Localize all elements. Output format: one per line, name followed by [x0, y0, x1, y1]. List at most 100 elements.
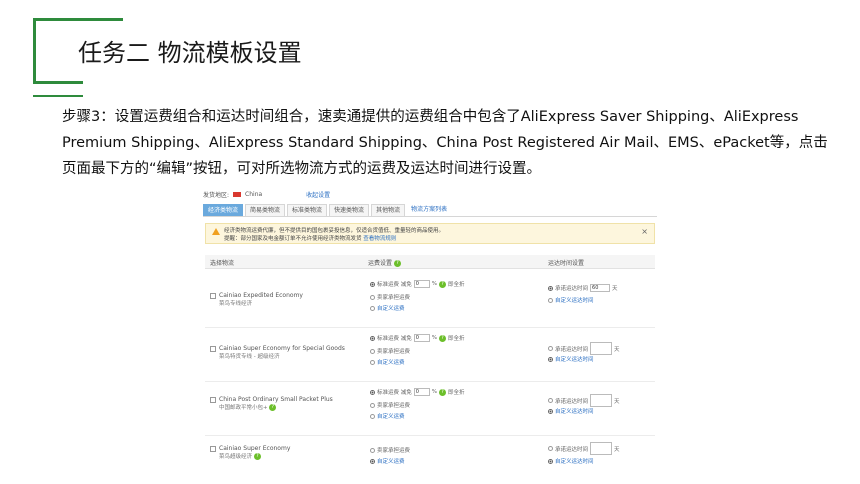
- tab-economy[interactable]: 经济类物流: [203, 204, 244, 216]
- service-name: Cainiao Expedited Economy: [219, 292, 303, 299]
- notice-banner: 经济类物流运费代廉，但不提供目的国包裹妥投信息，仅适合货值低、重量轻的商品使用。…: [205, 223, 655, 244]
- radio-button[interactable]: [370, 305, 375, 311]
- fee-option-custom[interactable]: 自定义运费: [370, 457, 405, 465]
- fee-option-seller-pays[interactable]: 卖家承担运费: [370, 293, 410, 301]
- fee-option-custom[interactable]: 自定义运费: [370, 412, 405, 420]
- radio-button[interactable]: [548, 297, 553, 303]
- header-delivery-time: 运达时间设置: [548, 260, 585, 267]
- service-subname: 菜鸟专线经济: [219, 301, 253, 307]
- slide-frame-left: [33, 18, 36, 83]
- table-row: Cainiao Expedited Economy 菜鸟专线经济 标准运费 减免…: [205, 274, 655, 328]
- table-row: Cainiao Super Economy 菜鸟超级经济 ? 卖家承担运费 自定…: [205, 436, 655, 484]
- radio-button[interactable]: [548, 458, 553, 464]
- slide-title: 任务二 物流模板设置: [78, 39, 302, 67]
- fee-option-seller-pays[interactable]: 卖家承担运费: [370, 446, 410, 454]
- radio-button[interactable]: [370, 402, 375, 408]
- fee-option-custom[interactable]: 自定义运费: [370, 304, 405, 312]
- radio-button[interactable]: [370, 359, 375, 365]
- tab-express[interactable]: 快速类物流: [329, 204, 370, 216]
- help-icon[interactable]: ?: [253, 453, 261, 460]
- tab-other[interactable]: 其他物流: [371, 204, 406, 216]
- shipping-settings-screenshot: 发货地区: China 收起设置 经济类物流 简易类物流 标准类物流 快速类物流…: [203, 186, 657, 484]
- radio-button[interactable]: [370, 413, 375, 419]
- slide-frame-top: [33, 18, 123, 21]
- origin-label: 发货地区:: [203, 191, 230, 199]
- collapse-settings-link[interactable]: 收起设置: [306, 190, 330, 199]
- slide-frame-bottom: [33, 81, 83, 84]
- time-option-promised[interactable]: 承诺运达时间 天: [548, 442, 620, 455]
- radio-button[interactable]: [370, 294, 375, 300]
- time-option-custom[interactable]: 自定义运达时间: [548, 407, 594, 415]
- days-input[interactable]: 60: [590, 284, 611, 292]
- service-subname: 菜鸟超级经济 ?: [219, 453, 290, 461]
- header-select-logistics: 选择物流: [210, 260, 235, 267]
- time-option-custom[interactable]: 自定义运达时间: [548, 296, 594, 304]
- help-icon[interactable]: ?: [438, 334, 446, 342]
- radio-button[interactable]: [548, 356, 553, 362]
- days-input[interactable]: [590, 342, 613, 355]
- service-name: Cainiao Super Economy for Special Goods: [219, 345, 345, 352]
- service-name: Cainiao Super Economy: [219, 445, 291, 452]
- radio-button[interactable]: [370, 458, 375, 464]
- discount-input[interactable]: 0: [413, 334, 430, 342]
- service-name: China Post Ordinary Small Packet Plus: [219, 396, 333, 403]
- days-input[interactable]: [590, 442, 613, 455]
- time-option-promised[interactable]: 承诺运达时间 天: [548, 394, 620, 407]
- step-description: 步骤3：设置运费组合和运达时间组合，速卖通提供的运费组合中包含了AliExpre…: [62, 109, 828, 177]
- table-row: China Post Ordinary Small Packet Plus 中国…: [205, 382, 655, 436]
- radio-button[interactable]: [548, 285, 553, 291]
- fee-option-seller-pays[interactable]: 卖家承担运费: [370, 401, 410, 409]
- time-option-custom[interactable]: 自定义运达时间: [548, 355, 594, 363]
- fee-option-standard[interactable]: 标准运费 减免 0 % ? 即全折: [370, 280, 465, 288]
- fee-option-standard[interactable]: 标准运费 减免 0 % ? 即全折: [370, 334, 465, 342]
- service-checkbox[interactable]: [210, 397, 216, 403]
- logistics-plan-list-link[interactable]: 物流方案列表: [407, 204, 451, 216]
- fee-option-custom[interactable]: 自定义运费: [370, 358, 405, 366]
- china-flag-icon: [233, 191, 242, 197]
- radio-button[interactable]: [370, 447, 375, 453]
- help-icon[interactable]: ?: [438, 388, 446, 396]
- notice-line-2: 提醒：部分国家及电金额订单不允许使用经济类物流发货: [224, 236, 362, 242]
- warning-icon: [212, 228, 220, 235]
- discount-input[interactable]: 0: [413, 280, 430, 288]
- table-row: Cainiao Super Economy for Special Goods …: [205, 328, 655, 382]
- help-icon[interactable]: ?: [269, 404, 277, 411]
- radio-button[interactable]: [370, 348, 375, 354]
- service-subname: 中国邮政平常小包+ ?: [219, 404, 333, 412]
- time-option-custom[interactable]: 自定义运达时间: [548, 457, 594, 465]
- service-subname: 菜鸟特货专线 - 超级经济: [219, 354, 280, 360]
- slide-title-underline: [33, 95, 83, 97]
- service-checkbox[interactable]: [210, 446, 216, 452]
- service-cell: Cainiao Expedited Economy 菜鸟专线经济: [210, 292, 303, 308]
- radio-button[interactable]: [548, 398, 553, 403]
- fee-option-standard[interactable]: 标准运费 减免 0 % ? 即全折: [370, 388, 465, 396]
- origin-value: China: [245, 190, 263, 198]
- logistics-rules-link[interactable]: 查看物流规则: [363, 236, 396, 242]
- table-header: 选择物流 运费设置 ? 运达时间设置: [205, 255, 655, 269]
- tab-standard[interactable]: 标准类物流: [287, 204, 328, 216]
- discount-input[interactable]: 0: [413, 388, 430, 396]
- notice-line-1: 经济类物流运费代廉，但不提供目的国包裹妥投信息，仅适合货值低、重量轻的商品使用。: [224, 228, 445, 234]
- service-cell: Cainiao Super Economy for Special Goods …: [210, 345, 345, 361]
- service-cell: China Post Ordinary Small Packet Plus 中国…: [210, 396, 333, 412]
- radio-button[interactable]: [548, 408, 553, 414]
- fee-option-seller-pays[interactable]: 卖家承担运费: [370, 347, 410, 355]
- help-icon[interactable]: ?: [393, 260, 401, 267]
- help-icon[interactable]: ?: [438, 280, 446, 288]
- origin-row: 发货地区: China 收起设置: [203, 189, 330, 199]
- service-checkbox[interactable]: [210, 293, 216, 299]
- logistics-tabs: 经济类物流 简易类物流 标准类物流 快速类物流 其他物流 物流方案列表: [203, 204, 657, 217]
- tab-simple[interactable]: 简易类物流: [245, 204, 286, 216]
- radio-button[interactable]: [548, 446, 553, 451]
- time-option-promised[interactable]: 承诺运达时间 天: [548, 342, 620, 355]
- service-cell: Cainiao Super Economy 菜鸟超级经济 ?: [210, 445, 290, 461]
- service-checkbox[interactable]: [210, 346, 216, 352]
- close-icon[interactable]: ×: [641, 228, 648, 236]
- time-option-promised[interactable]: 承诺运达时间 60 天: [548, 284, 618, 292]
- header-fee-settings: 运费设置 ?: [368, 258, 401, 267]
- radio-button[interactable]: [370, 389, 375, 395]
- radio-button[interactable]: [370, 335, 375, 341]
- radio-button[interactable]: [548, 346, 553, 351]
- days-input[interactable]: [590, 394, 613, 407]
- radio-button[interactable]: [370, 281, 375, 287]
